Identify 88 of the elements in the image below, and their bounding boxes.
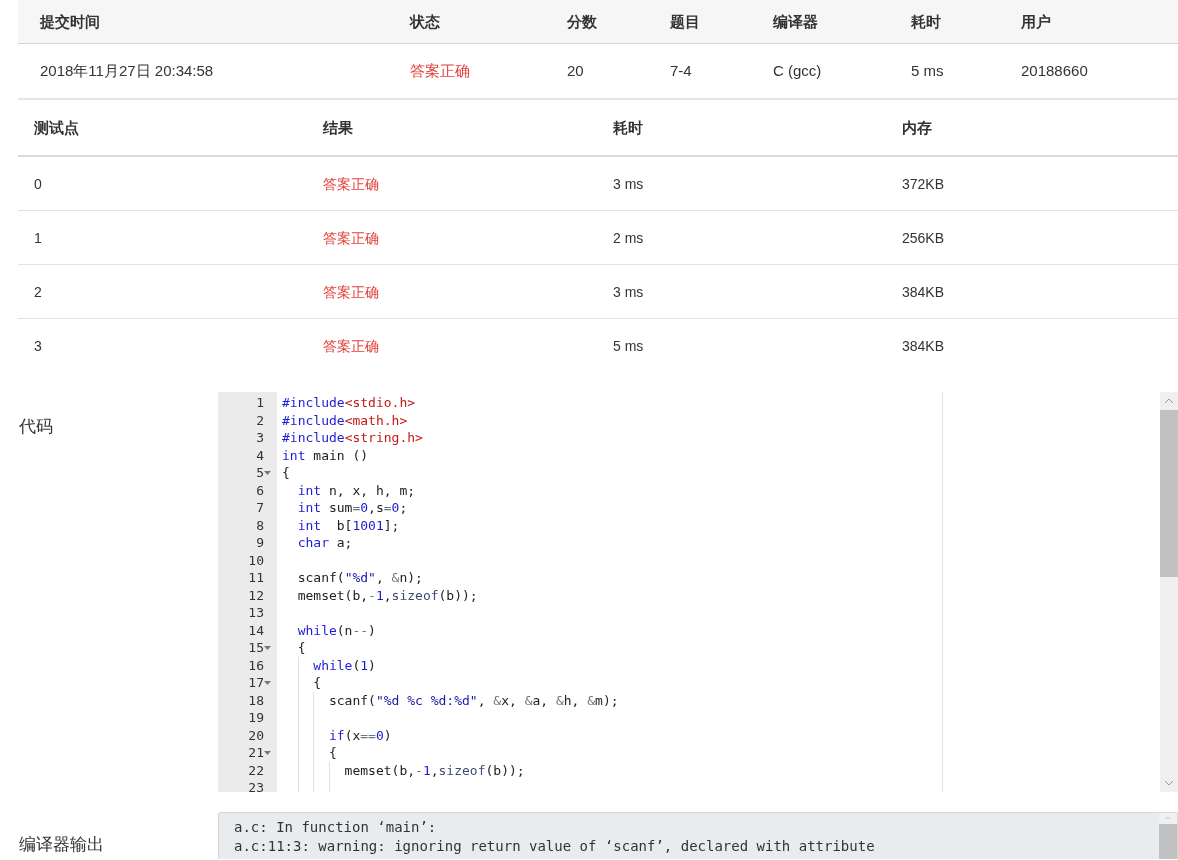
column-header: 内存 — [902, 118, 932, 136]
line-number: 13 — [248, 604, 264, 622]
table-cell: 答案正确 — [323, 338, 379, 354]
line-number: 22 — [248, 761, 264, 780]
table-cell: 3 — [34, 338, 42, 354]
column-header: 结果 — [323, 118, 353, 136]
table-cell: 3 ms — [613, 175, 644, 192]
column-header: 耗时 — [911, 12, 941, 30]
table-cell: 2 ms — [613, 229, 644, 246]
code-line: char a; — [296, 535, 353, 550]
table-cell: 答案正确 — [410, 62, 470, 79]
table-cell: 5 ms — [613, 338, 644, 354]
code-line: #include<string.h> — [282, 430, 423, 445]
column-header: 提交时间 — [40, 12, 100, 30]
code-line: int main () — [282, 447, 369, 463]
line-number: 5 — [256, 464, 264, 482]
code-line: { — [312, 675, 322, 690]
code-line: memset(b,-1,sizeof(b)); — [343, 762, 525, 778]
code-line: memset(b,-1,sizeof(b)); — [296, 587, 478, 603]
table-cell: 7-4 — [670, 62, 692, 79]
line-number: 9 — [256, 534, 264, 552]
line-number: 8 — [256, 516, 264, 535]
table-cell: 20188660 — [1021, 62, 1088, 79]
column-header: 分数 — [567, 12, 597, 30]
code-line: { — [327, 745, 337, 760]
code-line: #include<stdio.h> — [282, 395, 416, 410]
line-number: 16 — [248, 656, 264, 675]
table-cell: C (gcc) — [773, 62, 822, 79]
line-number: 20 — [248, 726, 264, 745]
section-label: 编译器输出 — [19, 835, 104, 854]
code-line: #include<math.h> — [282, 412, 408, 428]
line-number: 2 — [256, 411, 264, 430]
scrollbar[interactable] — [1160, 392, 1178, 792]
fold-caret-icon[interactable] — [264, 680, 271, 685]
line-number: 12 — [248, 586, 264, 605]
line-number: 14 — [248, 621, 264, 640]
line-number: 23 — [248, 779, 264, 792]
scrollbar-thumb[interactable] — [1160, 410, 1178, 577]
scrollbar[interactable] — [1159, 813, 1177, 859]
code-line: while(n--) — [296, 622, 376, 638]
line-number: 4 — [256, 446, 264, 465]
code-line: scanf("%d", &n); — [296, 570, 423, 585]
table-cell: 1 — [34, 229, 42, 246]
column-header: 用户 — [1021, 12, 1051, 30]
table-cell: 5 ms — [911, 62, 944, 79]
output-line: a.c:11:3: warning: ignoring return value of ‘scanf’, declared with attribute — [234, 837, 876, 856]
line-number: 18 — [248, 691, 264, 710]
fold-caret-icon[interactable] — [264, 470, 271, 475]
table-cell: 答案正确 — [323, 229, 379, 246]
line-number: 15 — [248, 639, 264, 657]
table-cell: 384KB — [902, 283, 945, 300]
code-line: int n, x, h, m; — [296, 482, 416, 498]
column-header: 题目 — [670, 12, 700, 30]
table-cell: 20 — [567, 62, 584, 79]
column-header: 测试点 — [34, 118, 79, 136]
scrollbar-thumb[interactable] — [1159, 823, 1177, 859]
table-cell: 答案正确 — [323, 175, 379, 192]
line-number: 10 — [248, 551, 264, 570]
code-line: int sum=0,s=0; — [296, 500, 408, 515]
line-number: 6 — [256, 481, 264, 500]
line-number: 1 — [256, 394, 264, 412]
column-header: 编译器 — [773, 12, 818, 30]
line-number: 7 — [256, 499, 264, 517]
table-cell: 3 ms — [613, 283, 644, 300]
code-line: { — [282, 465, 290, 480]
table-cell: 384KB — [902, 338, 945, 354]
fold-caret-icon[interactable] — [264, 750, 271, 755]
line-number: 11 — [248, 569, 264, 587]
table-cell: 256KB — [902, 229, 945, 246]
code-line: if(x==0) — [327, 727, 392, 743]
table-cell: 2 — [34, 283, 42, 300]
code-line: { — [296, 640, 306, 655]
column-header: 耗时 — [613, 118, 643, 136]
code-line: scanf("%d %c %d:%d", &x, &a, &h, &m); — [327, 692, 619, 708]
table-cell: 答案正确 — [323, 283, 379, 300]
code-line: int b[1001]; — [296, 517, 400, 533]
output-line: a.c: In function ‘main’: — [234, 818, 438, 837]
line-number: 21 — [248, 744, 264, 762]
table-cell: 0 — [34, 175, 42, 192]
line-number: 19 — [248, 709, 264, 727]
fold-caret-icon[interactable] — [264, 645, 271, 650]
code-line: while(1) — [312, 657, 376, 673]
table-cell: 372KB — [902, 175, 945, 192]
column-header: 状态 — [410, 12, 440, 30]
section-label: 代码 — [19, 417, 53, 436]
line-number: 3 — [256, 429, 264, 447]
line-number: 17 — [248, 674, 264, 692]
table-cell: 2018年11月27日 20:34:58 — [40, 62, 214, 79]
